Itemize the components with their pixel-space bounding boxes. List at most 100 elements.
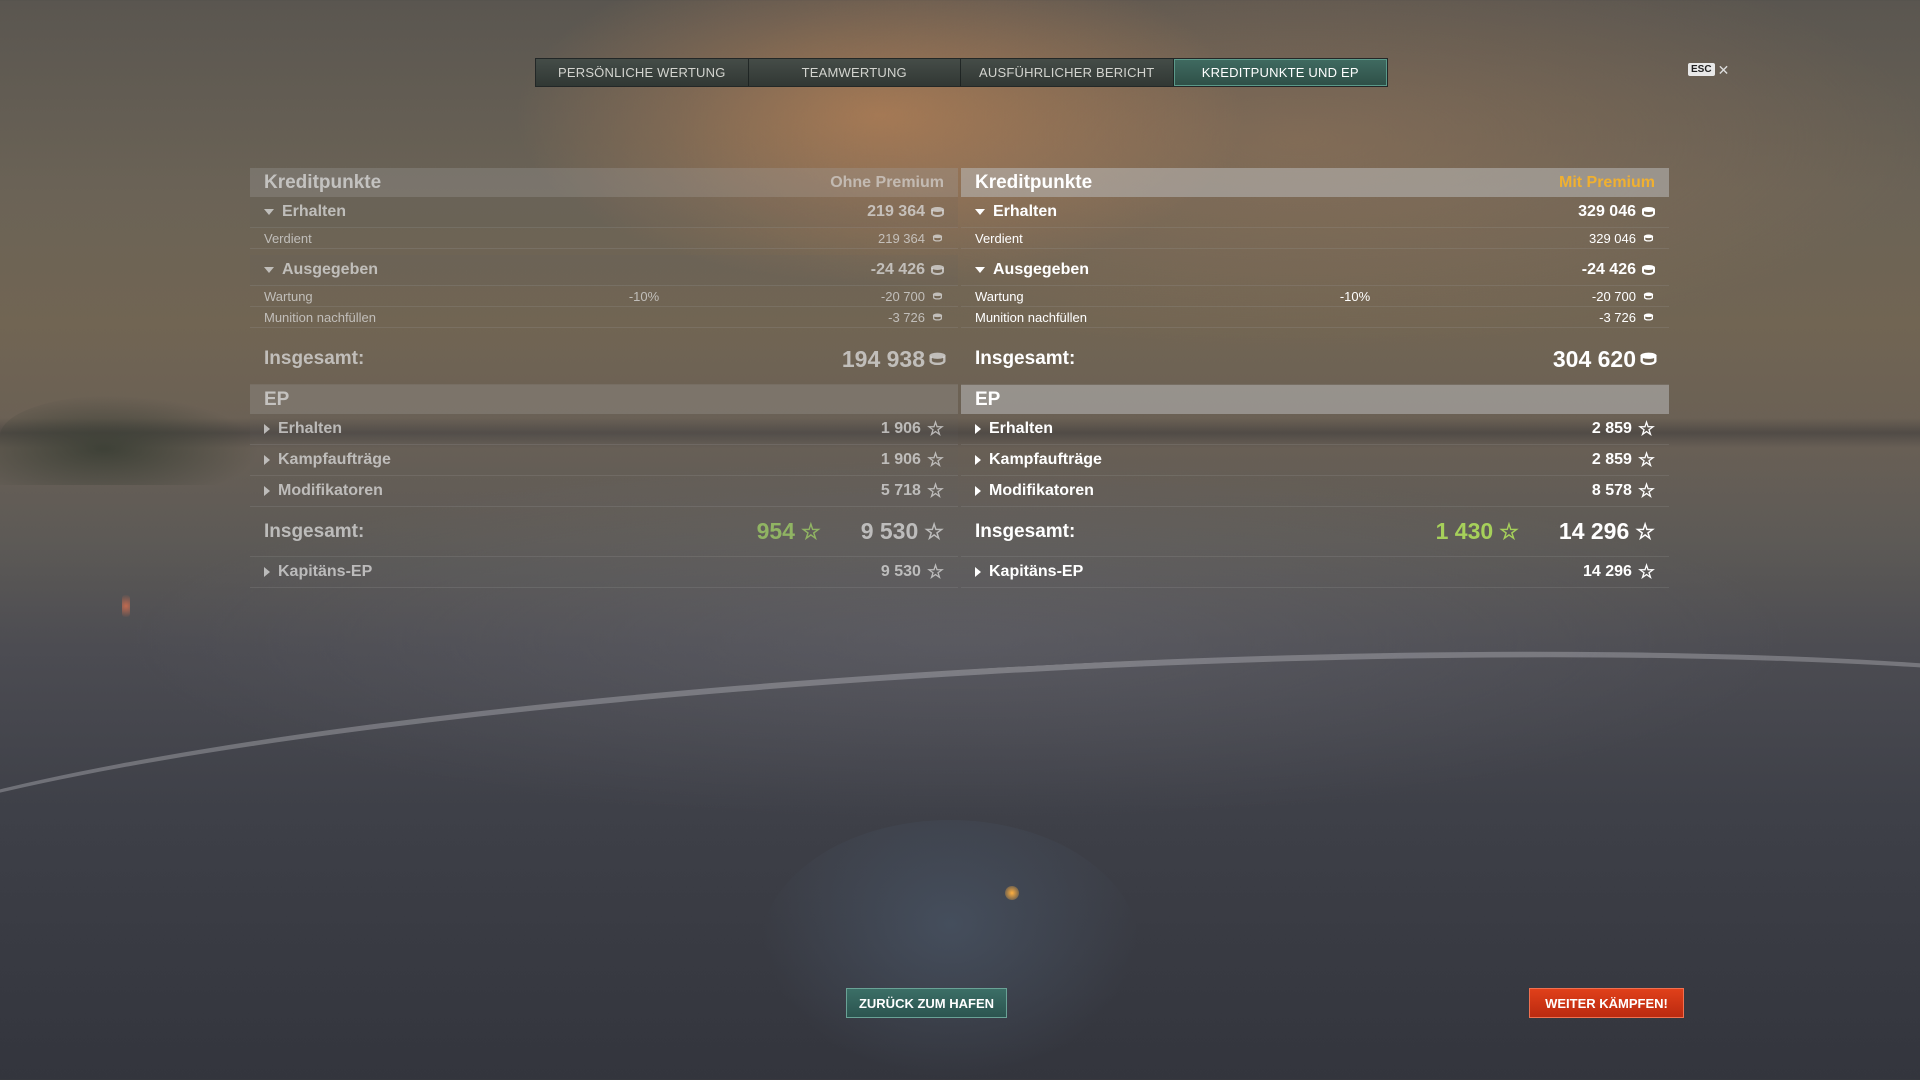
credits-total-row: Insgesamt: 194 938 — [250, 334, 958, 385]
munition-label: Munition nachfüllen — [264, 309, 377, 325]
xp-total-row: Insgesamt: 1 430 ☆ 14 296 ☆ — [961, 507, 1669, 557]
credits-spent-row[interactable]: Ausgegeben -24 426 — [250, 255, 958, 286]
xp-star-icon: ☆ — [1499, 518, 1519, 544]
xp-total-label: Insgesamt: — [264, 520, 365, 542]
credits-total-row: Insgesamt: 304 620 — [961, 334, 1669, 385]
xp-earned-label: Erhalten — [278, 420, 343, 437]
captain-xp-value: 14 296 — [1583, 563, 1632, 580]
xp-star-icon: ☆ — [800, 518, 821, 544]
wartung-row: Wartung -10% -20 700 — [961, 286, 1669, 307]
wartung-value: -20 700 — [880, 288, 925, 304]
credits-total-value: 304 620 — [1552, 345, 1636, 372]
credits-earned-row[interactable]: Erhalten 329 046 — [961, 197, 1669, 228]
modifiers-value: 8 578 — [1591, 482, 1632, 499]
xp-earned-row[interactable]: Erhalten 2 859 ☆ — [961, 414, 1669, 445]
credits-spent-label: Ausgegeben — [993, 261, 1090, 278]
captain-xp-row[interactable]: Kapitäns-EP 14 296 ☆ — [961, 557, 1669, 588]
credits-icon — [1640, 352, 1657, 366]
credits-verdient-row: Verdient 329 046 — [961, 228, 1669, 249]
xp-star-icon: ☆ — [926, 449, 944, 471]
xp-earned-row[interactable]: Erhalten 1 906 ☆ — [250, 414, 958, 445]
xp-header: EP — [250, 385, 958, 414]
background-buoy — [122, 595, 130, 617]
modifiers-row[interactable]: Modifikatoren 8 578 ☆ — [961, 476, 1669, 507]
credits-verdient-row: Verdient 219 364 — [250, 228, 958, 249]
credits-earned-value: 329 046 — [1578, 203, 1636, 220]
wartung-percent: -10% — [1339, 288, 1371, 304]
panel-with-premium: Kreditpunkte Mit Premium Erhalten 329 04… — [961, 168, 1669, 588]
background-ship — [760, 820, 1140, 1080]
continue-fighting-button[interactable]: WEITER KÄMPFEN! — [1529, 988, 1684, 1018]
xp-total-label: Insgesamt: — [975, 520, 1076, 542]
caret-right-icon — [975, 455, 981, 465]
munition-row: Munition nachfüllen -3 726 — [961, 307, 1669, 328]
xp-earned-value: 1 906 — [880, 420, 921, 437]
xp-header: EP — [961, 385, 1669, 414]
xp-title: EP — [264, 388, 290, 410]
verdient-value: 219 364 — [878, 230, 925, 246]
tab-credits-and-xp[interactable]: KREDITPUNKTE UND EP — [1173, 59, 1387, 86]
credits-earned-label: Erhalten — [993, 203, 1058, 220]
missions-value: 2 859 — [1591, 451, 1632, 468]
esc-close-button[interactable]: ESC ✕ — [1688, 61, 1730, 78]
wartung-label: Wartung — [264, 288, 313, 304]
xp-star-icon: ☆ — [1637, 480, 1655, 502]
credits-spent-label: Ausgegeben — [282, 261, 379, 278]
tab-personal-score[interactable]: PERSÖNLICHE WERTUNG — [536, 59, 749, 86]
wartung-label: Wartung — [975, 288, 1024, 304]
xp-total-value: 9 530 — [860, 518, 919, 544]
xp-star-icon: ☆ — [1637, 449, 1655, 471]
modifiers-value: 5 718 — [880, 482, 921, 499]
caret-right-icon — [264, 486, 270, 496]
panel-without-premium: Kreditpunkte Ohne Premium Erhalten 219 3… — [250, 168, 958, 588]
credits-title: Kreditpunkte — [264, 171, 382, 193]
close-icon: ✕ — [1717, 61, 1730, 78]
credits-icon — [1642, 264, 1655, 276]
credits-earned-label: Erhalten — [282, 203, 347, 220]
back-to-port-button[interactable]: ZURÜCK ZUM HAFEN — [846, 988, 1007, 1018]
premium-status-label: Ohne Premium — [830, 173, 944, 191]
caret-right-icon — [264, 567, 270, 577]
wartung-row: Wartung -10% -20 700 — [250, 286, 958, 307]
background-island — [0, 395, 260, 485]
credits-icon — [931, 206, 944, 218]
credits-icon — [932, 234, 943, 242]
missions-row[interactable]: Kampfaufträge 2 859 ☆ — [961, 445, 1669, 476]
credits-total-label: Insgesamt: — [264, 348, 365, 369]
xp-star-icon: ☆ — [926, 480, 944, 502]
credits-title: Kreditpunkte — [975, 171, 1093, 193]
caret-right-icon — [975, 486, 981, 496]
xp-total-row: Insgesamt: 954 ☆ 9 530 ☆ — [250, 507, 958, 557]
esc-key-label: ESC — [1688, 63, 1715, 76]
xp-star-icon: ☆ — [926, 561, 944, 583]
credits-total-value: 194 938 — [841, 345, 925, 372]
xp-total-base-value: 954 — [756, 518, 795, 544]
captain-xp-row[interactable]: Kapitäns-EP 9 530 ☆ — [250, 557, 958, 588]
background-fire — [1005, 886, 1019, 900]
modifiers-label: Modifikatoren — [989, 482, 1094, 499]
missions-value: 1 906 — [880, 451, 921, 468]
xp-star-icon: ☆ — [1635, 518, 1655, 544]
credits-icon — [932, 313, 943, 321]
xp-star-icon: ☆ — [924, 518, 944, 544]
caret-down-icon — [264, 267, 274, 273]
xp-title: EP — [975, 388, 1001, 410]
missions-row[interactable]: Kampfaufträge 1 906 ☆ — [250, 445, 958, 476]
captain-xp-value: 9 530 — [880, 563, 921, 580]
xp-star-icon: ☆ — [1637, 561, 1655, 583]
credits-total-label: Insgesamt: — [975, 348, 1076, 369]
modifiers-label: Modifikatoren — [278, 482, 383, 499]
caret-right-icon — [264, 424, 270, 434]
credits-spent-value: -24 426 — [1581, 261, 1636, 278]
xp-total-base-value: 1 430 — [1435, 518, 1494, 544]
xp-earned-label: Erhalten — [989, 420, 1054, 437]
credits-spent-value: -24 426 — [870, 261, 925, 278]
credits-header: Kreditpunkte Mit Premium — [961, 168, 1669, 197]
modifiers-row[interactable]: Modifikatoren 5 718 ☆ — [250, 476, 958, 507]
munition-label: Munition nachfüllen — [975, 309, 1088, 325]
tab-team-score[interactable]: TEAMWERTUNG — [748, 59, 961, 86]
tab-detailed-report[interactable]: AUSFÜHRLICHER BERICHT — [961, 59, 1174, 86]
credits-icon — [1643, 313, 1654, 321]
credits-earned-row[interactable]: Erhalten 219 364 — [250, 197, 958, 228]
credits-spent-row[interactable]: Ausgegeben -24 426 — [961, 255, 1669, 286]
